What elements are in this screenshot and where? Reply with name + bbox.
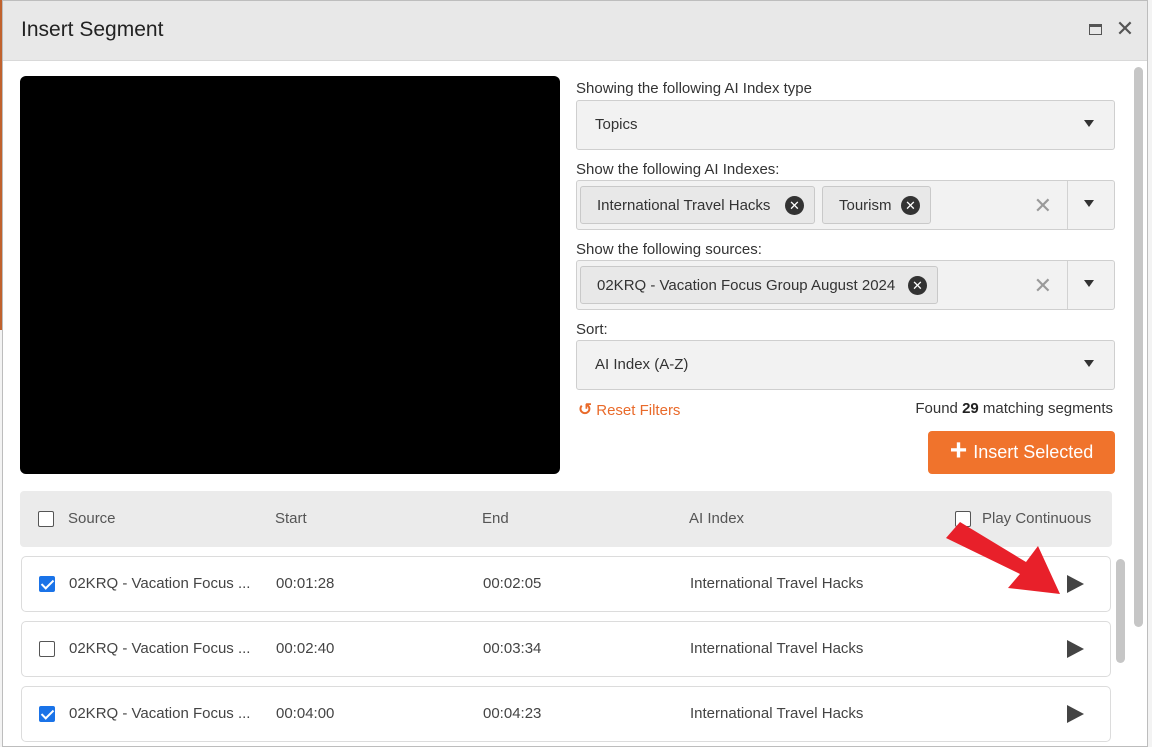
results-count: Found 29 matching segments <box>915 400 1113 417</box>
index-type-select[interactable]: Topics <box>576 100 1115 150</box>
chevron-down-icon <box>1084 360 1094 367</box>
index-type-value: Topics <box>595 116 638 133</box>
dialog-title: Insert Segment <box>21 18 164 41</box>
sources-multiselect[interactable]: 02KRQ - Vacation Focus Group August 2024… <box>576 260 1115 310</box>
close-icon[interactable]: ✕ <box>1113 16 1137 41</box>
insert-segment-dialog: Insert Segment ✕ Showing the following A… <box>2 0 1148 747</box>
select-all-checkbox[interactable] <box>38 511 54 527</box>
row-end: 00:02:05 <box>483 575 542 592</box>
row-ai-index: International Travel Hacks <box>690 575 864 592</box>
clear-all-icon[interactable]: ✕ <box>1034 193 1052 219</box>
row-source: 02KRQ - Vacation Focus ... <box>69 640 251 657</box>
index-chip: International Travel Hacks ✕ <box>580 186 815 224</box>
sort-label: Sort: <box>576 321 608 338</box>
clear-all-icon[interactable]: ✕ <box>1034 273 1052 299</box>
row-start: 00:01:28 <box>276 575 335 592</box>
row-end: 00:04:23 <box>483 705 542 722</box>
row-start: 00:02:40 <box>276 640 335 657</box>
divider <box>1067 181 1068 229</box>
plus-icon: + <box>949 434 968 467</box>
column-start[interactable]: Start <box>275 510 307 527</box>
reset-filters-link[interactable]: ↺ Reset Filters <box>578 400 680 420</box>
source-chip: 02KRQ - Vacation Focus Group August 2024… <box>580 266 938 304</box>
remove-chip-icon[interactable]: ✕ <box>785 196 804 215</box>
row-checkbox[interactable] <box>39 576 55 592</box>
index-chip: Tourism ✕ <box>822 186 931 224</box>
dialog-scrollbar-thumb[interactable] <box>1134 67 1143 627</box>
sort-select[interactable]: AI Index (A-Z) <box>576 340 1115 390</box>
sort-value: AI Index (A-Z) <box>595 356 689 373</box>
column-ai-index[interactable]: AI Index <box>689 510 744 527</box>
found-count: 29 <box>962 400 979 417</box>
table-scrollbar-thumb[interactable] <box>1116 559 1125 663</box>
index-chip-label: Tourism <box>839 197 892 214</box>
reset-filters-label: Reset Filters <box>596 401 681 419</box>
dialog-titlebar: Insert Segment ✕ <box>3 1 1147 61</box>
play-icon[interactable] <box>1067 640 1084 658</box>
found-suffix: matching segments <box>982 400 1113 417</box>
video-player[interactable] <box>20 76 560 474</box>
insert-selected-label: Insert Selected <box>973 442 1094 462</box>
sources-label: Show the following sources: <box>576 241 762 258</box>
indexes-label: Show the following AI Indexes: <box>576 161 780 178</box>
row-ai-index: International Travel Hacks <box>690 705 864 722</box>
row-ai-index: International Travel Hacks <box>690 640 864 657</box>
remove-chip-icon[interactable]: ✕ <box>901 196 920 215</box>
insert-selected-button[interactable]: + Insert Selected <box>928 431 1115 474</box>
annotation-arrow-icon <box>946 522 1060 594</box>
reset-icon: ↺ <box>578 400 593 419</box>
backdrop-right <box>1148 0 1152 747</box>
row-checkbox[interactable] <box>39 641 55 657</box>
index-type-label: Showing the following AI Index type <box>576 80 812 97</box>
indexes-multiselect[interactable]: International Travel Hacks ✕ Tourism ✕ ✕ <box>576 180 1115 230</box>
column-source[interactable]: Source <box>68 510 116 527</box>
row-start: 00:04:00 <box>276 705 335 722</box>
divider <box>1067 261 1068 309</box>
dialog-scrollbar[interactable] <box>1116 63 1145 746</box>
chevron-down-icon <box>1084 120 1094 127</box>
index-chip-label: International Travel Hacks <box>597 197 771 214</box>
column-end[interactable]: End <box>482 510 509 527</box>
chevron-down-icon[interactable] <box>1084 200 1094 207</box>
row-end: 00:03:34 <box>483 640 542 657</box>
maximize-icon[interactable] <box>1083 17 1107 41</box>
remove-chip-icon[interactable]: ✕ <box>908 276 927 295</box>
source-chip-label: 02KRQ - Vacation Focus Group August 2024 <box>597 277 896 294</box>
chevron-down-icon[interactable] <box>1084 280 1094 287</box>
table-row[interactable]: 02KRQ - Vacation Focus ... 00:04:00 00:0… <box>21 686 1111 742</box>
row-source: 02KRQ - Vacation Focus ... <box>69 705 251 722</box>
play-icon[interactable] <box>1067 705 1084 723</box>
row-source: 02KRQ - Vacation Focus ... <box>69 575 251 592</box>
row-checkbox[interactable] <box>39 706 55 722</box>
found-prefix: Found <box>915 400 958 417</box>
table-row[interactable]: 02KRQ - Vacation Focus ... 00:02:40 00:0… <box>21 621 1111 677</box>
